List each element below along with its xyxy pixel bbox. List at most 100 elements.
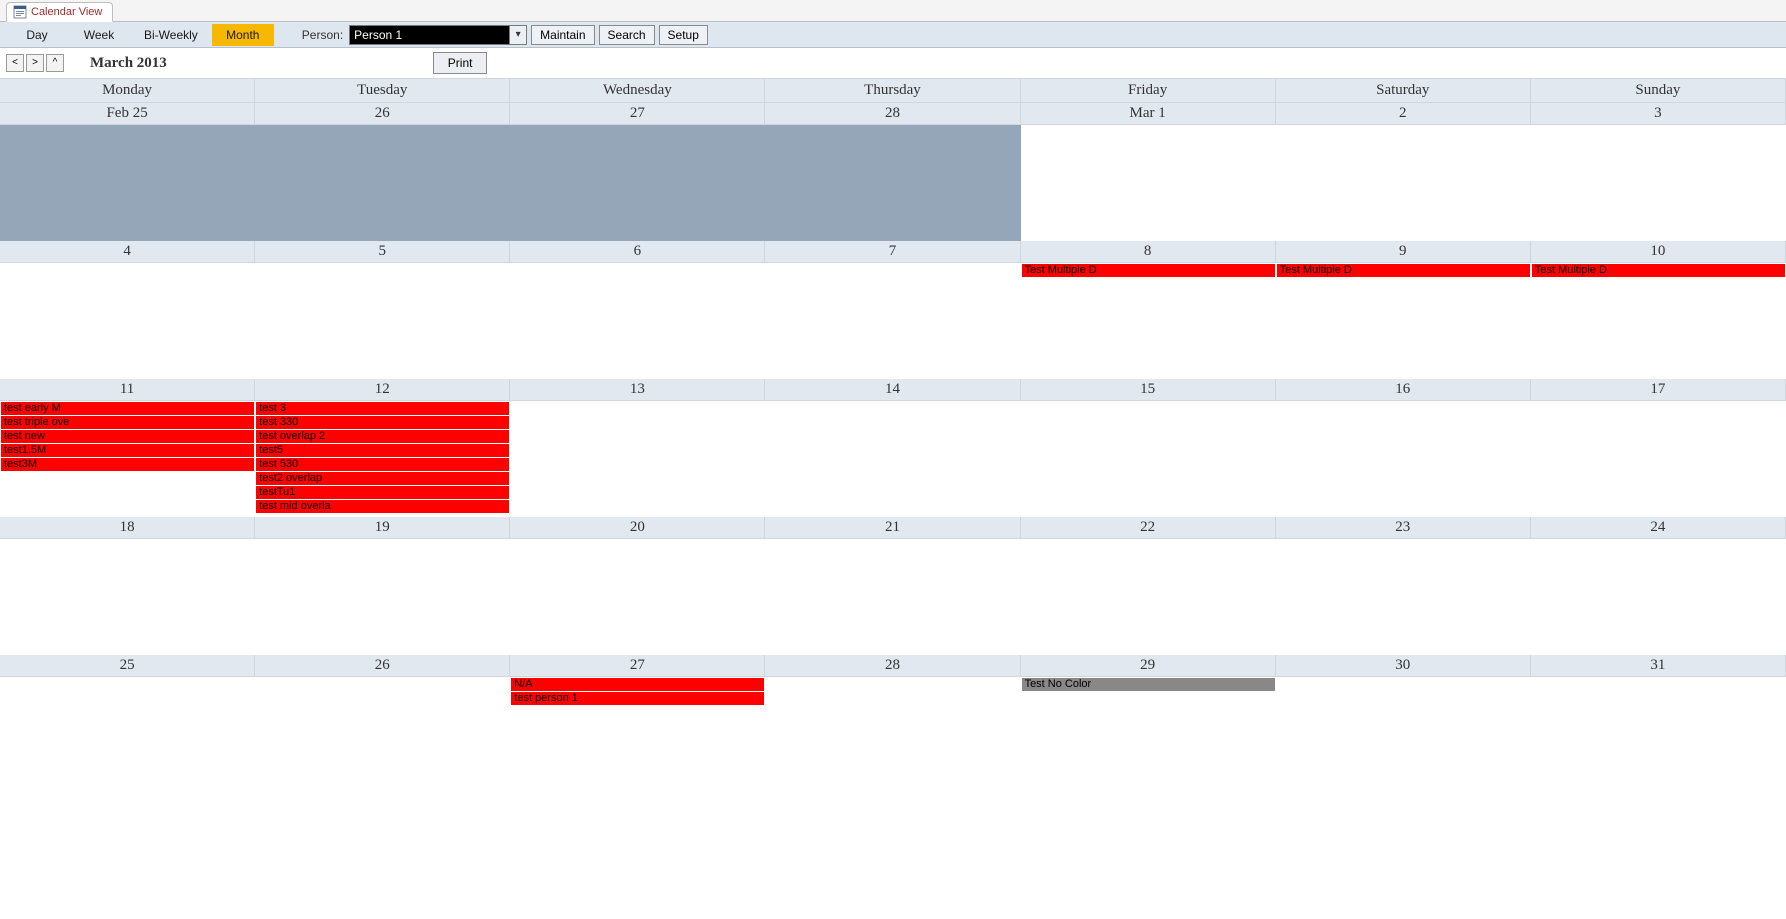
day-cell[interactable] <box>765 125 1020 241</box>
day-cell[interactable] <box>510 263 765 379</box>
next-button[interactable]: > <box>26 54 44 72</box>
date-header[interactable]: 28 <box>765 655 1020 677</box>
date-header[interactable]: Mar 1 <box>1021 103 1276 125</box>
day-cell[interactable] <box>510 401 765 517</box>
event[interactable]: test new <box>1 430 254 443</box>
date-header[interactable]: 18 <box>0 517 255 539</box>
date-header[interactable]: 30 <box>1276 655 1531 677</box>
date-header[interactable]: 22 <box>1021 517 1276 539</box>
date-header[interactable]: 20 <box>510 517 765 539</box>
print-button[interactable]: Print <box>433 52 488 74</box>
date-header[interactable]: 10 <box>1531 241 1786 263</box>
event[interactable]: test1.5M <box>1 444 254 457</box>
day-cell[interactable] <box>1276 677 1531 793</box>
view-tab-week[interactable]: Week <box>68 24 130 46</box>
date-header[interactable]: 27 <box>510 103 765 125</box>
day-cell[interactable] <box>0 263 255 379</box>
day-cell[interactable] <box>1531 677 1786 793</box>
day-cell[interactable] <box>255 125 510 241</box>
date-header[interactable]: 5 <box>255 241 510 263</box>
person-combobox[interactable]: ▾ <box>349 25 527 45</box>
setup-button[interactable]: Setup <box>659 25 708 45</box>
day-cell[interactable] <box>765 539 1020 655</box>
event[interactable]: test overlap 2 <box>256 430 509 443</box>
day-cell[interactable] <box>1021 401 1276 517</box>
date-header[interactable]: 9 <box>1276 241 1531 263</box>
prev-button[interactable]: < <box>6 54 24 72</box>
event[interactable]: test 3 <box>256 402 509 415</box>
day-cell[interactable]: test 3test 330test overlap 2test5test 53… <box>255 401 510 517</box>
date-header[interactable]: 29 <box>1021 655 1276 677</box>
day-cell[interactable] <box>255 677 510 793</box>
date-header[interactable]: 15 <box>1021 379 1276 401</box>
event[interactable]: test2 overlap <box>256 472 509 485</box>
event[interactable]: Test Multiple D <box>1022 264 1275 277</box>
event[interactable]: test 530 <box>256 458 509 471</box>
day-cell[interactable] <box>1276 125 1531 241</box>
date-header[interactable]: 26 <box>255 103 510 125</box>
day-cell[interactable]: test early Mtest triple ovetest newtest1… <box>0 401 255 517</box>
day-cell[interactable] <box>765 677 1020 793</box>
day-cell[interactable] <box>0 677 255 793</box>
event[interactable]: test3M <box>1 458 254 471</box>
event[interactable]: test early M <box>1 402 254 415</box>
day-cell[interactable]: Test No Color <box>1021 677 1276 793</box>
date-header[interactable]: 16 <box>1276 379 1531 401</box>
event[interactable]: test 330 <box>256 416 509 429</box>
day-cell[interactable] <box>0 539 255 655</box>
date-header[interactable]: 25 <box>0 655 255 677</box>
date-header[interactable]: 26 <box>255 655 510 677</box>
event[interactable]: Test Multiple D <box>1532 264 1785 277</box>
date-header[interactable]: Feb 25 <box>0 103 255 125</box>
view-tab-day[interactable]: Day <box>6 24 68 46</box>
event[interactable]: test triple ove <box>1 416 254 429</box>
day-cell[interactable] <box>510 539 765 655</box>
date-header[interactable]: 2 <box>1276 103 1531 125</box>
day-cell[interactable]: Test Multiple D <box>1531 263 1786 379</box>
document-tab[interactable]: Calendar View <box>6 2 113 22</box>
day-cell[interactable]: N/Atest person 1 <box>510 677 765 793</box>
day-cell[interactable] <box>255 539 510 655</box>
date-header[interactable]: 6 <box>510 241 765 263</box>
date-header[interactable]: 27 <box>510 655 765 677</box>
date-header[interactable]: 8 <box>1021 241 1276 263</box>
day-cell[interactable] <box>1531 539 1786 655</box>
day-cell[interactable] <box>1021 125 1276 241</box>
date-header[interactable]: 23 <box>1276 517 1531 539</box>
date-header[interactable]: 28 <box>765 103 1020 125</box>
day-cell[interactable]: Test Multiple D <box>1021 263 1276 379</box>
date-header[interactable]: 13 <box>510 379 765 401</box>
event[interactable]: test5 <box>256 444 509 457</box>
date-header[interactable]: 3 <box>1531 103 1786 125</box>
date-header[interactable]: 31 <box>1531 655 1786 677</box>
person-dropdown-button[interactable]: ▾ <box>509 25 527 45</box>
day-cell[interactable]: Test Multiple D <box>1276 263 1531 379</box>
day-cell[interactable] <box>1276 401 1531 517</box>
date-header[interactable]: 4 <box>0 241 255 263</box>
day-cell[interactable] <box>1531 401 1786 517</box>
date-header[interactable]: 24 <box>1531 517 1786 539</box>
event[interactable]: N/A <box>511 678 764 691</box>
date-header[interactable]: 12 <box>255 379 510 401</box>
up-button[interactable]: ^ <box>46 54 64 72</box>
view-tab-month[interactable]: Month <box>212 24 274 46</box>
date-header[interactable]: 21 <box>765 517 1020 539</box>
day-cell[interactable] <box>1276 539 1531 655</box>
date-header[interactable]: 11 <box>0 379 255 401</box>
search-button[interactable]: Search <box>599 25 655 45</box>
event[interactable]: test mid overla <box>256 500 509 513</box>
date-header[interactable]: 19 <box>255 517 510 539</box>
day-cell[interactable] <box>510 125 765 241</box>
day-cell[interactable] <box>255 263 510 379</box>
day-cell[interactable] <box>765 401 1020 517</box>
maintain-button[interactable]: Maintain <box>531 25 594 45</box>
event[interactable]: testTu1 <box>256 486 509 499</box>
day-cell[interactable] <box>0 125 255 241</box>
event[interactable]: Test No Color <box>1022 678 1275 691</box>
date-header[interactable]: 17 <box>1531 379 1786 401</box>
day-cell[interactable] <box>1531 125 1786 241</box>
date-header[interactable]: 14 <box>765 379 1020 401</box>
date-header[interactable]: 7 <box>765 241 1020 263</box>
person-input[interactable] <box>349 25 509 45</box>
event[interactable]: test person 1 <box>511 692 764 705</box>
